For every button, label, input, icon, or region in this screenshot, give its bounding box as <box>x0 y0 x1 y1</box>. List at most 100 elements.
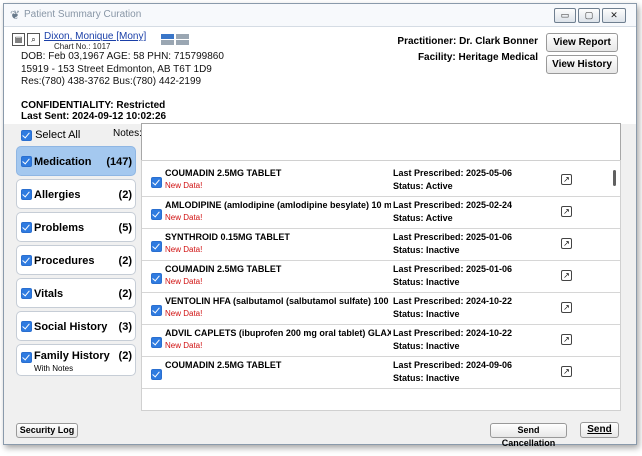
new-data-label: New Data! <box>165 277 203 286</box>
medication-row: COUMADIN 2.5MG TABLET New Data! Last Pre… <box>142 164 620 197</box>
medication-name: VENTOLIN HFA (salbutamol (salbutamol sul… <box>165 296 391 306</box>
checkbox-checked-icon[interactable] <box>21 129 32 141</box>
category-label: Vitals <box>34 288 64 300</box>
category-count: (2) <box>118 350 132 362</box>
close-button[interactable]: ✕ <box>602 8 626 23</box>
chart-number: Chart No.: 1017 <box>54 42 111 51</box>
category-procedures[interactable]: Procedures (2) <box>16 245 136 275</box>
category-sublabel: With Notes <box>34 364 74 373</box>
medication-status: Status: Inactive <box>393 373 460 383</box>
medication-name: COUMADIN 2.5MG TABLET <box>165 360 282 370</box>
category-problems[interactable]: Problems (5) <box>16 212 136 242</box>
view-history-button[interactable]: View History <box>546 55 618 74</box>
medication-name: AMLODIPINE (amlodipine (amlodipine besyl… <box>165 200 391 210</box>
external-link-icon[interactable]: ↗ <box>561 366 572 377</box>
medication-status: Status: Active <box>393 213 453 223</box>
practitioner-label: Practitioner: Dr. Clark Bonner <box>397 36 538 47</box>
scrollbar-thumb[interactable] <box>613 170 616 186</box>
category-label: Family History <box>34 350 110 362</box>
patient-demographics: DOB: Feb 03,1967 AGE: 58 PHN: 715799860 <box>21 51 224 62</box>
medication-row: AMLODIPINE (amlodipine (amlodipine besyl… <box>142 196 620 229</box>
medication-status: Status: Inactive <box>393 245 460 255</box>
patient-phones: Res:(780) 438-3762 Bus:(780) 442-2199 <box>21 76 202 87</box>
checkbox-checked-icon[interactable] <box>21 156 32 167</box>
maximize-button[interactable]: ▢ <box>578 8 600 23</box>
app-logo-icon: ❦ <box>10 8 21 22</box>
medication-name: COUMADIN 2.5MG TABLET <box>165 168 282 178</box>
medication-name: ADVIL CAPLETS (ibuprofen 200 mg oral tab… <box>165 328 391 338</box>
medication-row: ADVIL CAPLETS (ibuprofen 200 mg oral tab… <box>142 324 620 357</box>
notes-input[interactable] <box>141 123 621 161</box>
send-button[interactable]: Send <box>580 422 619 438</box>
new-data-label: New Data! <box>165 181 203 190</box>
patient-address: 15919 - 153 Street Edmonton, AB T6T 1D9 <box>21 64 212 75</box>
minimize-button[interactable]: ▭ <box>554 8 576 23</box>
category-family-history[interactable]: Family History (2) With Notes <box>16 344 136 376</box>
checkbox-checked-icon[interactable] <box>151 337 162 348</box>
checkbox-checked-icon[interactable] <box>21 255 32 266</box>
checkbox-checked-icon[interactable] <box>21 352 32 363</box>
layout-icon[interactable] <box>176 40 189 45</box>
external-link-icon[interactable]: ↗ <box>561 334 572 345</box>
external-link-icon[interactable]: ↗ <box>561 270 572 281</box>
medication-status: Status: Active <box>393 181 453 191</box>
category-label: Problems <box>34 222 85 234</box>
new-data-label: New Data! <box>165 341 203 350</box>
checkbox-checked-icon[interactable] <box>151 273 162 284</box>
select-all-label: Select All <box>35 129 81 141</box>
layout-icon[interactable] <box>161 34 174 39</box>
app-window: ❦ Patient Summary Curation ▭ ▢ ✕ ▤ ⌕ Dix… <box>3 3 637 448</box>
category-label: Social History <box>34 321 108 333</box>
last-prescribed: Last Prescribed: 2025-01-06 <box>393 264 513 274</box>
checkbox-checked-icon[interactable] <box>151 369 162 380</box>
category-label: Allergies <box>34 189 81 201</box>
category-allergies[interactable]: Allergies (2) <box>16 179 136 209</box>
category-count: (2) <box>118 189 132 201</box>
medication-status: Status: Inactive <box>393 277 460 287</box>
external-link-icon[interactable]: ↗ <box>561 302 572 313</box>
category-label: Procedures <box>34 255 95 267</box>
checkbox-checked-icon[interactable] <box>151 241 162 252</box>
external-link-icon[interactable]: ↗ <box>561 174 572 185</box>
select-all-checkbox[interactable]: Select All <box>21 129 80 141</box>
layout-icon[interactable] <box>176 34 189 39</box>
view-report-button[interactable]: View Report <box>546 33 618 52</box>
patient-name-link[interactable]: Dixon, Monique [Mony] <box>44 31 146 42</box>
medication-status: Status: Inactive <box>393 341 460 351</box>
checkbox-checked-icon[interactable] <box>151 305 162 316</box>
notes-label: Notes: <box>113 128 142 139</box>
checkbox-checked-icon[interactable] <box>21 288 32 299</box>
new-data-label: New Data! <box>165 213 203 222</box>
last-sent-label: Last Sent: 2024-09-12 10:02:26 <box>21 111 167 122</box>
window-title: Patient Summary Curation <box>24 9 142 20</box>
medication-row: COUMADIN 2.5MG TABLET New Data! Last Pre… <box>142 260 620 293</box>
external-link-icon[interactable]: ↗ <box>561 206 572 217</box>
patient-header: ▤ ⌕ Dixon, Monique [Mony] Chart No.: 101… <box>4 27 636 124</box>
panel-toggle-icon[interactable]: ▤ <box>12 33 25 46</box>
confidentiality-label: CONFIDENTIALITY: Restricted <box>21 100 166 111</box>
medication-status: Status: Inactive <box>393 309 460 319</box>
security-log-button[interactable]: Security Log <box>16 423 78 438</box>
category-medication[interactable]: Medication (147) <box>16 146 136 176</box>
category-count: (3) <box>118 321 132 333</box>
last-prescribed: Last Prescribed: 2024-09-06 <box>393 360 513 370</box>
checkbox-checked-icon[interactable] <box>151 209 162 220</box>
new-data-label: New Data! <box>165 245 203 254</box>
category-social-history[interactable]: Social History (3) <box>16 311 136 341</box>
category-count: (2) <box>118 288 132 300</box>
category-count: (5) <box>118 222 132 234</box>
checkbox-checked-icon[interactable] <box>151 177 162 188</box>
send-cancellation-button[interactable]: Send Cancellation <box>490 423 567 448</box>
checkbox-checked-icon[interactable] <box>21 222 32 233</box>
last-prescribed: Last Prescribed: 2025-02-24 <box>393 200 513 210</box>
category-count: (147) <box>106 156 132 168</box>
last-prescribed: Last Prescribed: 2024-10-22 <box>393 328 513 338</box>
checkbox-checked-icon[interactable] <box>21 321 32 332</box>
category-vitals[interactable]: Vitals (2) <box>16 278 136 308</box>
external-link-icon[interactable]: ↗ <box>561 238 572 249</box>
search-icon[interactable]: ⌕ <box>27 33 40 46</box>
checkbox-checked-icon[interactable] <box>21 189 32 200</box>
last-prescribed: Last Prescribed: 2025-01-06 <box>393 232 513 242</box>
layout-icon[interactable] <box>161 40 174 45</box>
category-count: (2) <box>118 255 132 267</box>
